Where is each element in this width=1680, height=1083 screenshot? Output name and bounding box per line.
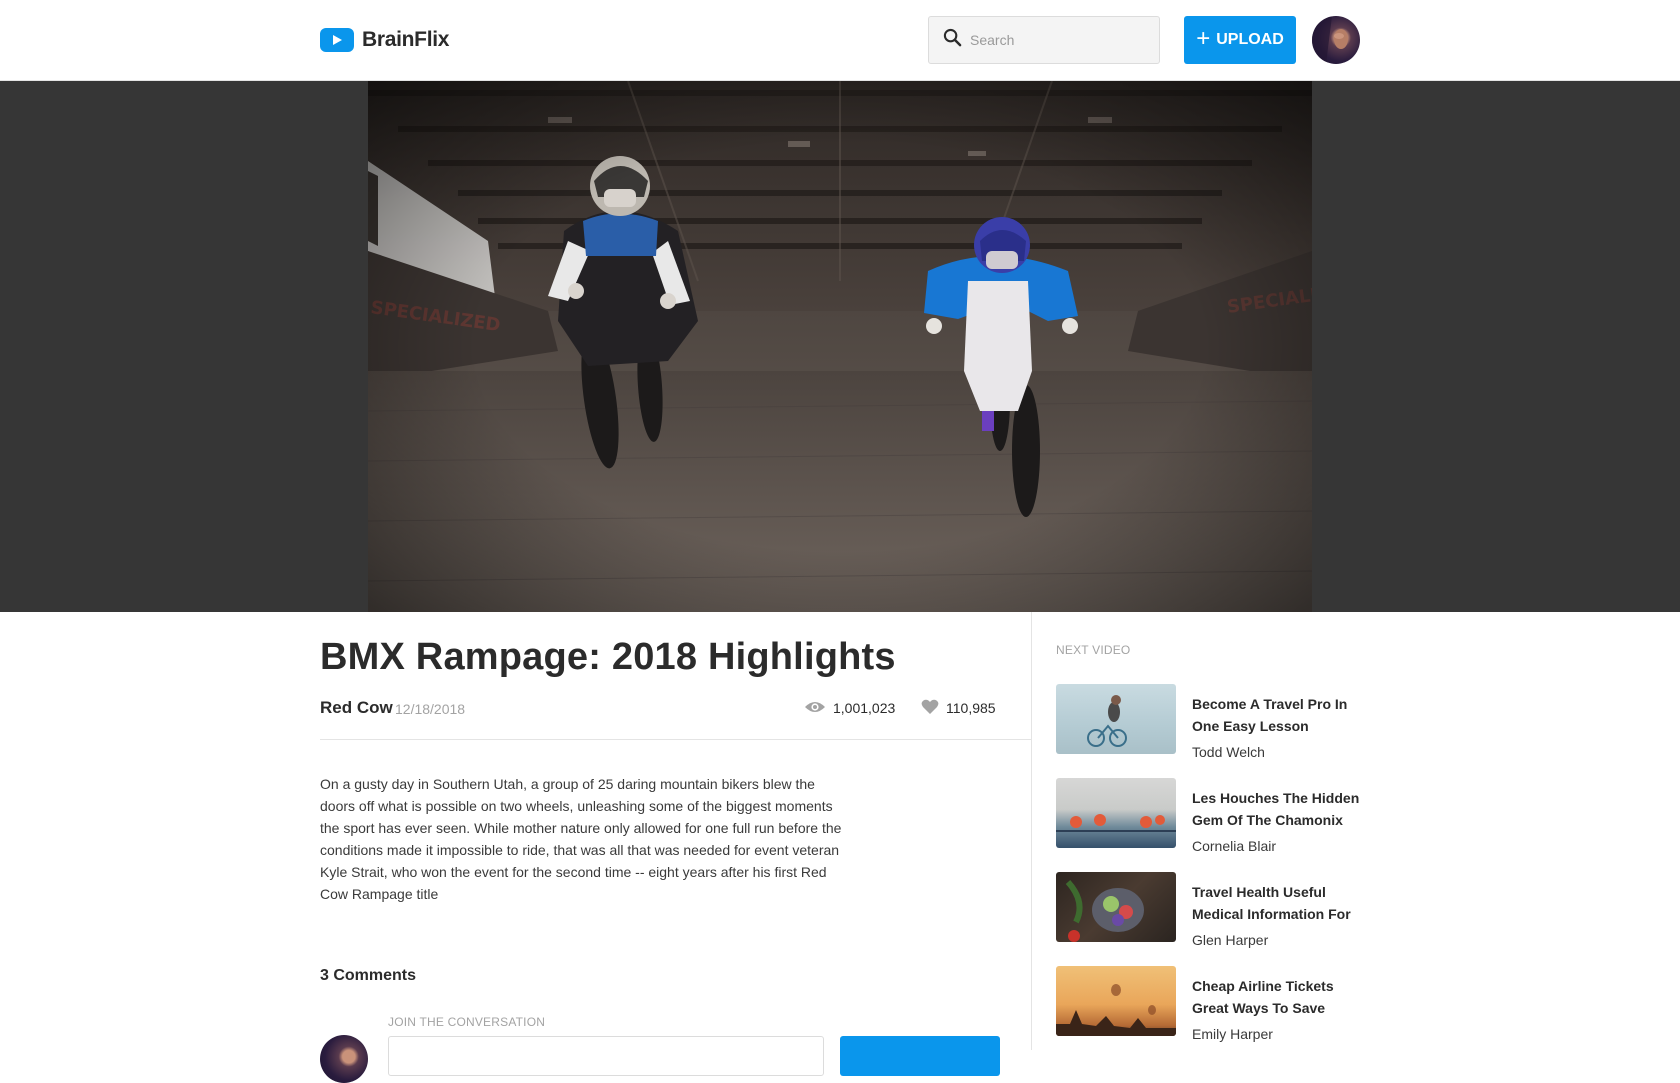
join-conversation-label: JOIN THE CONVERSATION <box>388 1015 546 1029</box>
views-stat: 1,001,023 <box>804 698 895 718</box>
site-header: BrainFlix + UPLOAD <box>0 0 1680 81</box>
brainflix-logo[interactable]: BrainFlix <box>320 27 449 53</box>
video-player[interactable]: SPECIALIZED SPECIALIZED <box>368 81 1312 612</box>
video-description: On a gusty day in Southern Utah, a group… <box>320 776 842 902</box>
next-video-label: NEXT VIDEO <box>1056 643 1131 657</box>
search-input[interactable] <box>970 32 1140 48</box>
next-video-item[interactable]: Become A Travel Pro In One Easy Lesson T… <box>1056 684 1360 760</box>
upload-button[interactable]: + UPLOAD <box>1184 16 1296 64</box>
logo-text: BrainFlix <box>362 28 450 51</box>
next-video-title: Les Houches The Hidden Gem Of The Chamon… <box>1192 790 1360 828</box>
meta-divider <box>320 739 1031 740</box>
next-video-title: Become A Travel Pro In One Easy Lesson <box>1192 696 1348 734</box>
views-count: 1,001,023 <box>833 700 896 716</box>
plus-icon: + <box>1196 25 1211 52</box>
next-video-item[interactable]: Cheap Airline Tickets Great Ways To Save… <box>1056 966 1360 1042</box>
next-video-thumbnail[interactable] <box>1056 966 1176 1036</box>
column-divider <box>1031 612 1032 1050</box>
next-video-author: Emily Harper <box>1192 1026 1273 1042</box>
comment-avatar <box>320 1035 368 1083</box>
user-avatar[interactable] <box>1312 16 1360 64</box>
upload-label: UPLOAD <box>1216 31 1284 48</box>
play-logo-icon <box>320 28 354 52</box>
next-video-title: Travel Health Useful Medical Information… <box>1192 884 1351 922</box>
video-title: BMX Rampage: 2018 Highlights <box>320 636 896 678</box>
next-video-item[interactable]: Travel Health Useful Medical Information… <box>1056 872 1360 948</box>
next-video-thumbnail[interactable] <box>1056 684 1176 754</box>
heart-icon[interactable] <box>921 699 939 718</box>
likes-count: 110,985 <box>946 700 996 716</box>
upload-date: 12/18/2018 <box>395 701 466 717</box>
search-box[interactable] <box>928 16 1160 64</box>
next-video-author: Cornelia Blair <box>1192 838 1277 854</box>
next-video-title: Cheap Airline Tickets Great Ways To Save <box>1192 978 1334 1016</box>
likes-stat[interactable]: 110,985 <box>921 698 996 718</box>
comment-input[interactable] <box>388 1036 824 1076</box>
channel-name[interactable]: Red Cow <box>320 698 393 718</box>
eye-icon <box>804 700 826 717</box>
search-icon <box>943 28 962 52</box>
video-stage: SPECIALIZED SPECIALIZED <box>0 81 1680 612</box>
comment-submit-button[interactable] <box>840 1036 1000 1076</box>
next-video-thumbnail[interactable] <box>1056 872 1176 942</box>
next-video-item[interactable]: Les Houches The Hidden Gem Of The Chamon… <box>1056 778 1360 854</box>
comments-count: 3 Comments <box>320 967 417 984</box>
next-video-author: Glen Harper <box>1192 932 1269 948</box>
video-meta: Red Cow 12/18/2018 1,001,023 110,985 <box>320 698 1000 720</box>
next-video-thumbnail[interactable] <box>1056 778 1176 848</box>
next-video-author: Todd Welch <box>1192 744 1265 760</box>
